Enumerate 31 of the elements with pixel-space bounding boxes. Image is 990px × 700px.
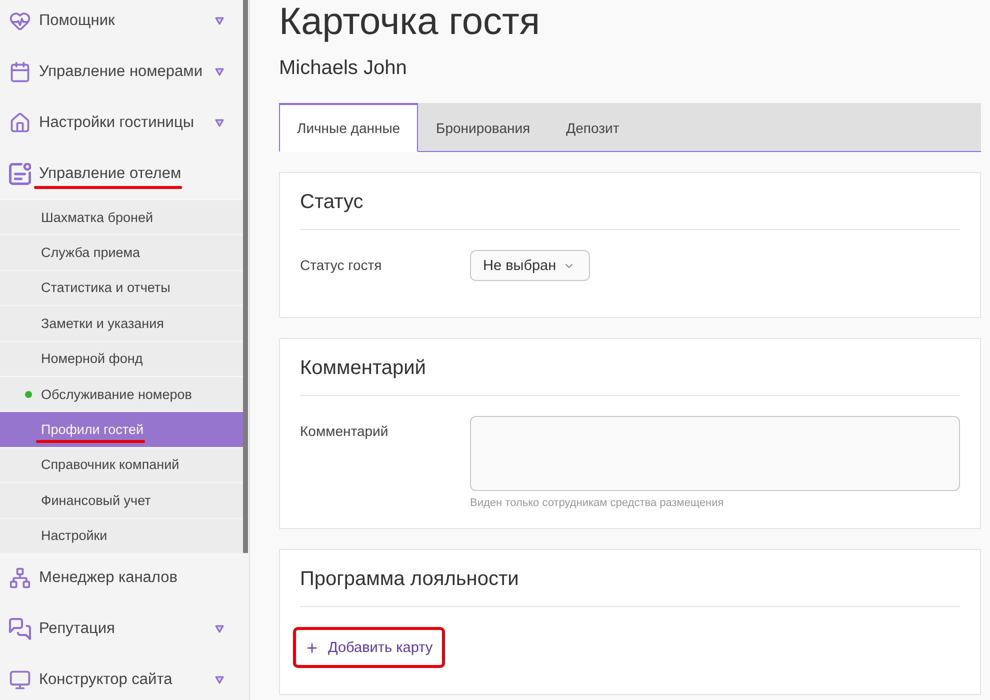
- scrollbar-thumb[interactable]: [243, 0, 248, 553]
- heart-pulse-icon: [9, 10, 31, 32]
- sidebar-item[interactable]: Настройки гостиницы: [0, 97, 243, 148]
- section-title: Статус: [300, 190, 960, 230]
- house-icon: [9, 112, 31, 134]
- guest-name: Michaels John: [279, 56, 408, 81]
- sidebar-item[interactable]: Конструктор сайта: [0, 654, 243, 700]
- chat-bubbles-icon: [9, 618, 31, 640]
- monitor-icon: [9, 669, 31, 692]
- calendar-icon: [9, 60, 31, 82]
- page-title: Карточка гостя: [279, 0, 541, 44]
- sidebar-item[interactable]: Управление отелем: [0, 148, 243, 199]
- tab[interactable]: Личные данные: [279, 103, 418, 152]
- field-label: Комментарий: [300, 422, 390, 441]
- submenu-item[interactable]: Профили гостей: [0, 411, 243, 447]
- add-card-button[interactable]: Добавить карту: [296, 630, 442, 665]
- field-hint: Виден только сотрудникам средства размещения: [470, 496, 725, 510]
- sidebar-item[interactable]: Репутация: [0, 604, 243, 655]
- sidebar-item[interactable]: Помощник: [0, 0, 243, 46]
- comment-field[interactable]: [470, 416, 960, 491]
- sidebar-item[interactable]: Управление номерами: [0, 46, 243, 97]
- sidebar-item[interactable]: Менеджер каналов: [0, 552, 243, 604]
- note-icon: [9, 162, 31, 184]
- section-title: Программа лояльности: [300, 567, 960, 607]
- field-label: Статус гостя: [300, 256, 383, 275]
- section-title: Комментарий: [300, 356, 960, 396]
- hierarchy-icon: [9, 567, 31, 590]
- tab[interactable]: Бронирования: [418, 103, 548, 152]
- tab[interactable]: Депозит: [548, 103, 638, 152]
- plus-icon: [305, 640, 319, 654]
- status-select[interactable]: Не выбран: [470, 250, 590, 281]
